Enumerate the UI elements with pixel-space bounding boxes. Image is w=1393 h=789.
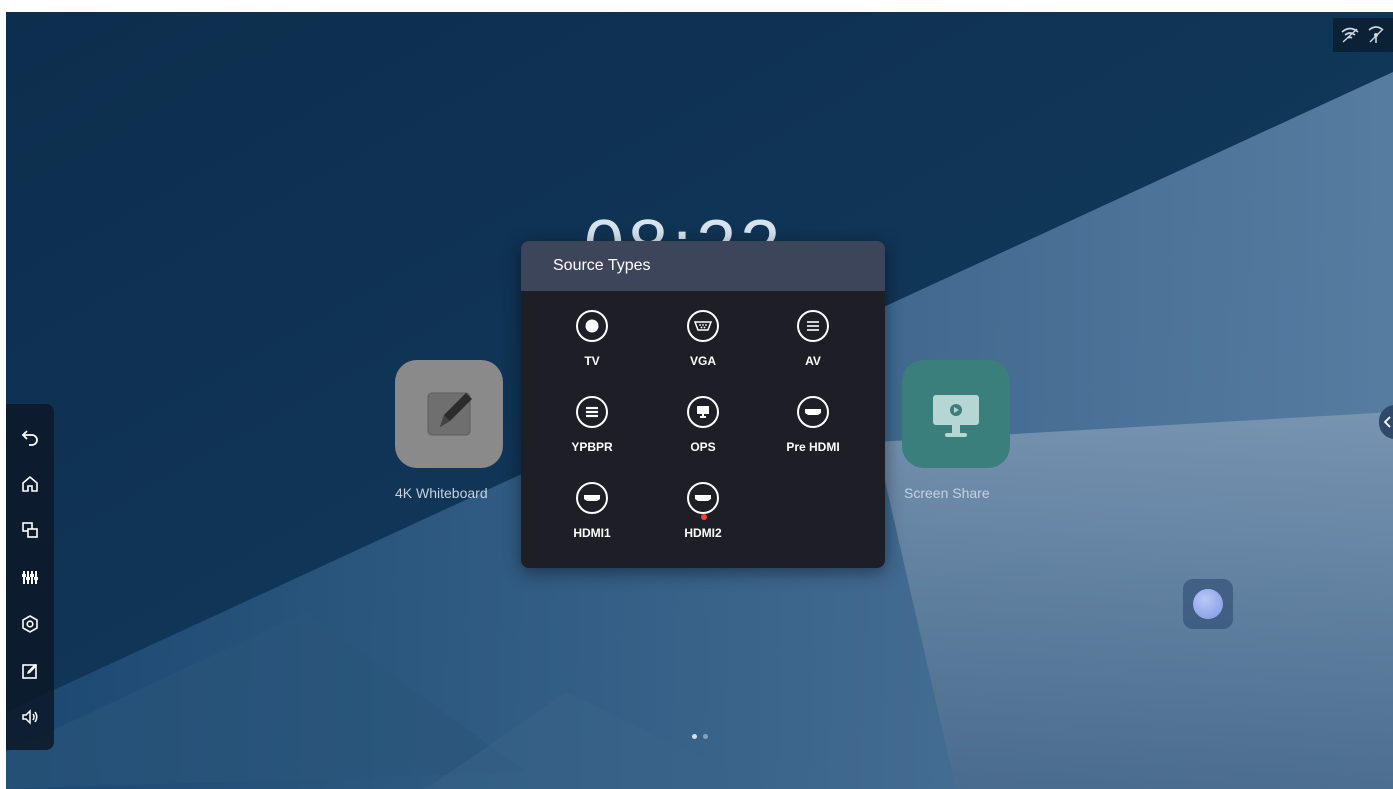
source-label-hdmi1: HDMI1 [573,526,611,540]
panel-title: Source Types [553,257,651,274]
windows-icon [22,522,38,539]
source-hdmi1[interactable]: HDMI1 [542,472,642,546]
sidebar-volume-button[interactable] [16,703,44,731]
hdmi-icon [797,396,829,428]
vga-icon [687,310,719,342]
source-label-hdmi2: HDMI2 [684,526,722,540]
hdmi-icon [576,482,608,514]
panel-header: Source Types [521,241,885,291]
chevron-left-icon [1383,416,1391,428]
page-dot[interactable] [703,734,708,739]
equalizer-icon [22,571,38,584]
source-label-ypbpr: YPBPR [571,440,613,454]
app-label-4k-whiteboard: 4K Whiteboard [395,485,488,501]
sidebar-equalizer-button[interactable] [16,563,44,591]
sidebar-annotate-button[interactable] [16,657,44,685]
ops-icon [687,396,719,428]
floating-ball-button[interactable] [1183,579,1233,629]
floating-ball-icon [1193,589,1223,619]
source-label-pre-hdmi: Pre HDMI [786,440,840,454]
monitor-icon [933,395,979,437]
app-screen-share[interactable] [902,360,1010,468]
source-hdmi2[interactable]: HDMI2 [653,472,753,546]
annotate-icon [22,663,37,679]
sidebar-back-button[interactable] [16,423,44,451]
page-indicator [692,734,708,739]
tv-radio-icon [576,310,608,342]
clock: 08:22 [584,206,785,246]
volume-icon [22,709,38,726]
source-label-ops: OPS [690,440,716,454]
ypbpr-icon [576,396,608,428]
source-label-tv: TV [584,354,600,368]
sidebar-home-button[interactable] [16,470,44,498]
source-label-vga: VGA [689,354,716,368]
source-pre-hdmi[interactable]: Pre HDMI [763,386,863,460]
screen: 08:22 4K Whiteboard Screen Share Source … [6,12,1393,789]
app-label-screen-share: Screen Share [904,485,990,501]
app-4k-whiteboard[interactable] [395,360,503,468]
hotspot-icon[interactable] [1366,26,1386,44]
page-dot[interactable] [692,734,697,739]
source-av[interactable]: AV [763,300,863,374]
source-ops[interactable]: OPS [653,386,753,460]
sidebar-windows-button[interactable] [16,516,44,544]
source-vga[interactable]: VGA [653,300,753,374]
home-icon [22,475,38,492]
back-icon [21,430,38,446]
source-tv[interactable]: TV [542,300,642,374]
sidebar [6,404,54,750]
wifi-icon[interactable] [1340,26,1360,44]
source-label-av: AV [805,354,821,368]
pen-icon [427,392,472,436]
active-source-indicator [701,514,707,520]
source-ypbpr[interactable]: YPBPR [542,386,642,460]
sidebar-settings-button[interactable] [16,610,44,638]
source-types-panel: Source Types TV VGA AV YPBPR OPS Pre HDM… [521,241,885,568]
settings-icon [22,614,38,633]
av-icon [797,310,829,342]
status-area [1333,18,1393,52]
hdmi-icon [687,482,719,520]
